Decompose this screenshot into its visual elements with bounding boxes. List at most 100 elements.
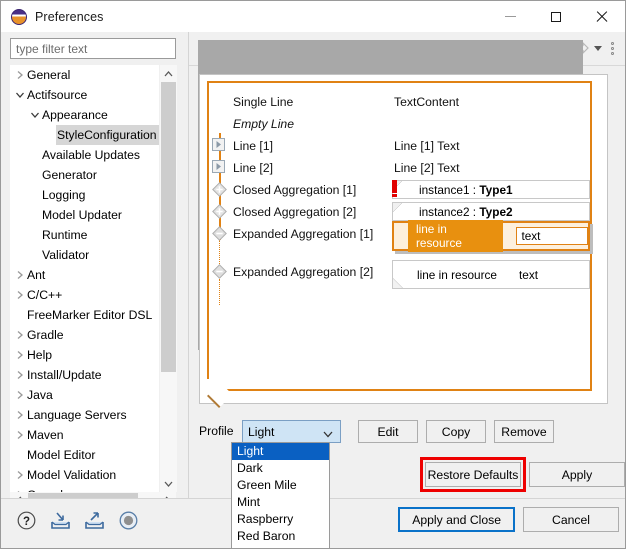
preferences-sidebar: GeneralActifsourceAppearanceStyleConfigu… [1,32,187,498]
sidebar-item-label: Logging [41,185,85,205]
remove-button[interactable]: Remove [494,420,554,443]
sidebar-item-ant[interactable]: Ant [10,265,160,285]
import-icon[interactable] [49,509,71,531]
preview-row: Line [2]Line [2] Text [209,157,590,179]
filter-input[interactable] [10,38,176,59]
apply-button[interactable]: Apply [529,462,625,487]
chevron-right-icon[interactable] [13,330,26,340]
chevron-right-icon[interactable] [13,470,26,480]
sidebar-item-c-c[interactable]: C/C++ [10,285,160,305]
page-action-buttons: Restore Defaults Apply [425,462,625,487]
preview-row-label: Empty Line [233,117,294,131]
title-bar: Preferences [1,1,625,32]
sidebar-item-language-servers[interactable]: Language Servers [10,405,160,425]
instance-label: instance1 : Type1 [419,183,513,197]
aggregation-text-field[interactable]: text [516,227,588,245]
diamond-minus-icon[interactable] [212,264,226,278]
cancel-button[interactable]: Cancel [523,507,619,532]
restore-defaults-button[interactable]: Restore Defaults [425,462,521,487]
profile-option-raspberry[interactable]: Raspberry [232,511,329,528]
instance-name: instance2 [419,205,470,219]
profile-option-red-baron[interactable]: Red Baron [232,528,329,545]
maximize-icon [551,12,561,22]
apply-and-close-button[interactable]: Apply and Close [398,507,515,532]
sidebar-item-install-update[interactable]: Install/Update [10,365,160,385]
edit-button[interactable]: Edit [358,420,418,443]
preview-row: Line [1]Line [1] Text [209,135,590,157]
preferences-tree[interactable]: GeneralActifsourceAppearanceStyleConfigu… [10,65,176,492]
chevron-right-icon[interactable] [13,70,26,80]
profile-option-light[interactable]: Light [232,443,329,460]
sidebar-item-label: Validator [41,245,89,265]
sidebar-item-help[interactable]: Help [10,345,160,365]
tree-vertical-scrollbar[interactable] [159,65,177,492]
chevron-down-icon[interactable] [28,111,41,119]
sidebar-item-label: Generator [41,165,97,185]
sidebar-item-gradle[interactable]: Gradle [10,325,160,345]
aggregation-text-label: text [519,268,538,282]
sidebar-item-styleconfiguration[interactable]: StyleConfiguration [10,125,160,145]
instance-box[interactable]: instance1 : Type1 [392,180,590,199]
sidebar-item-model-updater[interactable]: Model Updater [10,205,160,225]
copy-button[interactable]: Copy [426,420,486,443]
forward-dropdown-icon[interactable] [592,40,604,56]
export-icon[interactable] [83,509,105,531]
minimize-button[interactable] [487,1,533,32]
sidebar-item-label: Available Updates [41,145,140,165]
chevron-right-icon[interactable] [13,350,26,360]
sidebar-item-label: Model Validation [26,465,116,485]
sidebar-item-oomph[interactable]: Oomph [10,485,160,492]
tree-vertical-scroll-thumb[interactable] [161,82,176,372]
sidebar-item-model-validation[interactable]: Model Validation [10,465,160,485]
preview-row-label: Closed Aggregation [2] [233,205,356,219]
sidebar-item-logging[interactable]: Logging [10,185,160,205]
chevron-right-icon[interactable] [13,410,26,420]
chevron-right-icon[interactable] [13,390,26,400]
preview-row-label: Line [2] [233,161,273,175]
chevron-right-icon[interactable] [13,290,26,300]
sidebar-item-general[interactable]: General [10,65,160,85]
line-in-resource-tag: line in resource [408,220,503,252]
sidebar-item-java[interactable]: Java [10,385,160,405]
collapsed-square-icon[interactable] [212,138,226,152]
profile-option-sunny-boy[interactable]: Sunny Boy [232,545,329,549]
profile-option-dark[interactable]: Dark [232,460,329,477]
sidebar-item-label: Java [26,385,53,405]
expanded-aggregation-box[interactable]: line in resourcetext [392,260,590,289]
sidebar-item-generator[interactable]: Generator [10,165,160,185]
profile-dropdown-list[interactable]: LightDarkGreen MileMintRaspberryRed Baro… [231,442,330,549]
sidebar-item-model-editor[interactable]: Model Editor [10,445,160,465]
chevron-right-icon[interactable] [13,270,26,280]
maximize-button[interactable] [533,1,579,32]
box-corner [393,203,402,212]
collapsed-square-icon[interactable] [212,160,226,174]
chevron-right-icon[interactable] [13,370,26,380]
sidebar-item-actifsource[interactable]: Actifsource [10,85,160,105]
diamond-plus-icon[interactable] [212,204,226,218]
sidebar-item-freemarker-editor-dsl[interactable]: FreeMarker Editor DSL [10,305,160,325]
error-marker-icon [392,180,397,193]
sidebar-item-appearance[interactable]: Appearance [10,105,160,125]
diamond-plus-icon[interactable] [212,182,226,196]
oomph-recorder-icon[interactable] [117,509,139,531]
profile-combo[interactable]: Light [242,420,341,443]
close-button[interactable] [579,1,625,32]
scroll-up-icon[interactable] [160,65,177,82]
frame-notch [207,379,221,391]
diamond-minus-icon[interactable] [212,226,226,240]
preview-row-label: Line [1] [233,139,273,153]
instance-type: Type2 [479,205,512,219]
instance-box[interactable]: instance2 : Type2 [392,202,590,221]
view-menu-icon[interactable] [606,40,618,56]
sidebar-item-maven[interactable]: Maven [10,425,160,445]
expanded-aggregation-box-highlighted[interactable]: line in resource text [392,221,590,251]
chevron-down-icon[interactable] [13,91,26,99]
sidebar-item-runtime[interactable]: Runtime [10,225,160,245]
scroll-down-icon[interactable] [160,475,177,492]
profile-option-green-mile[interactable]: Green Mile [232,477,329,494]
profile-option-mint[interactable]: Mint [232,494,329,511]
help-icon[interactable]: ? [15,509,37,531]
sidebar-item-available-updates[interactable]: Available Updates [10,145,160,165]
sidebar-item-validator[interactable]: Validator [10,245,160,265]
chevron-right-icon[interactable] [13,430,26,440]
